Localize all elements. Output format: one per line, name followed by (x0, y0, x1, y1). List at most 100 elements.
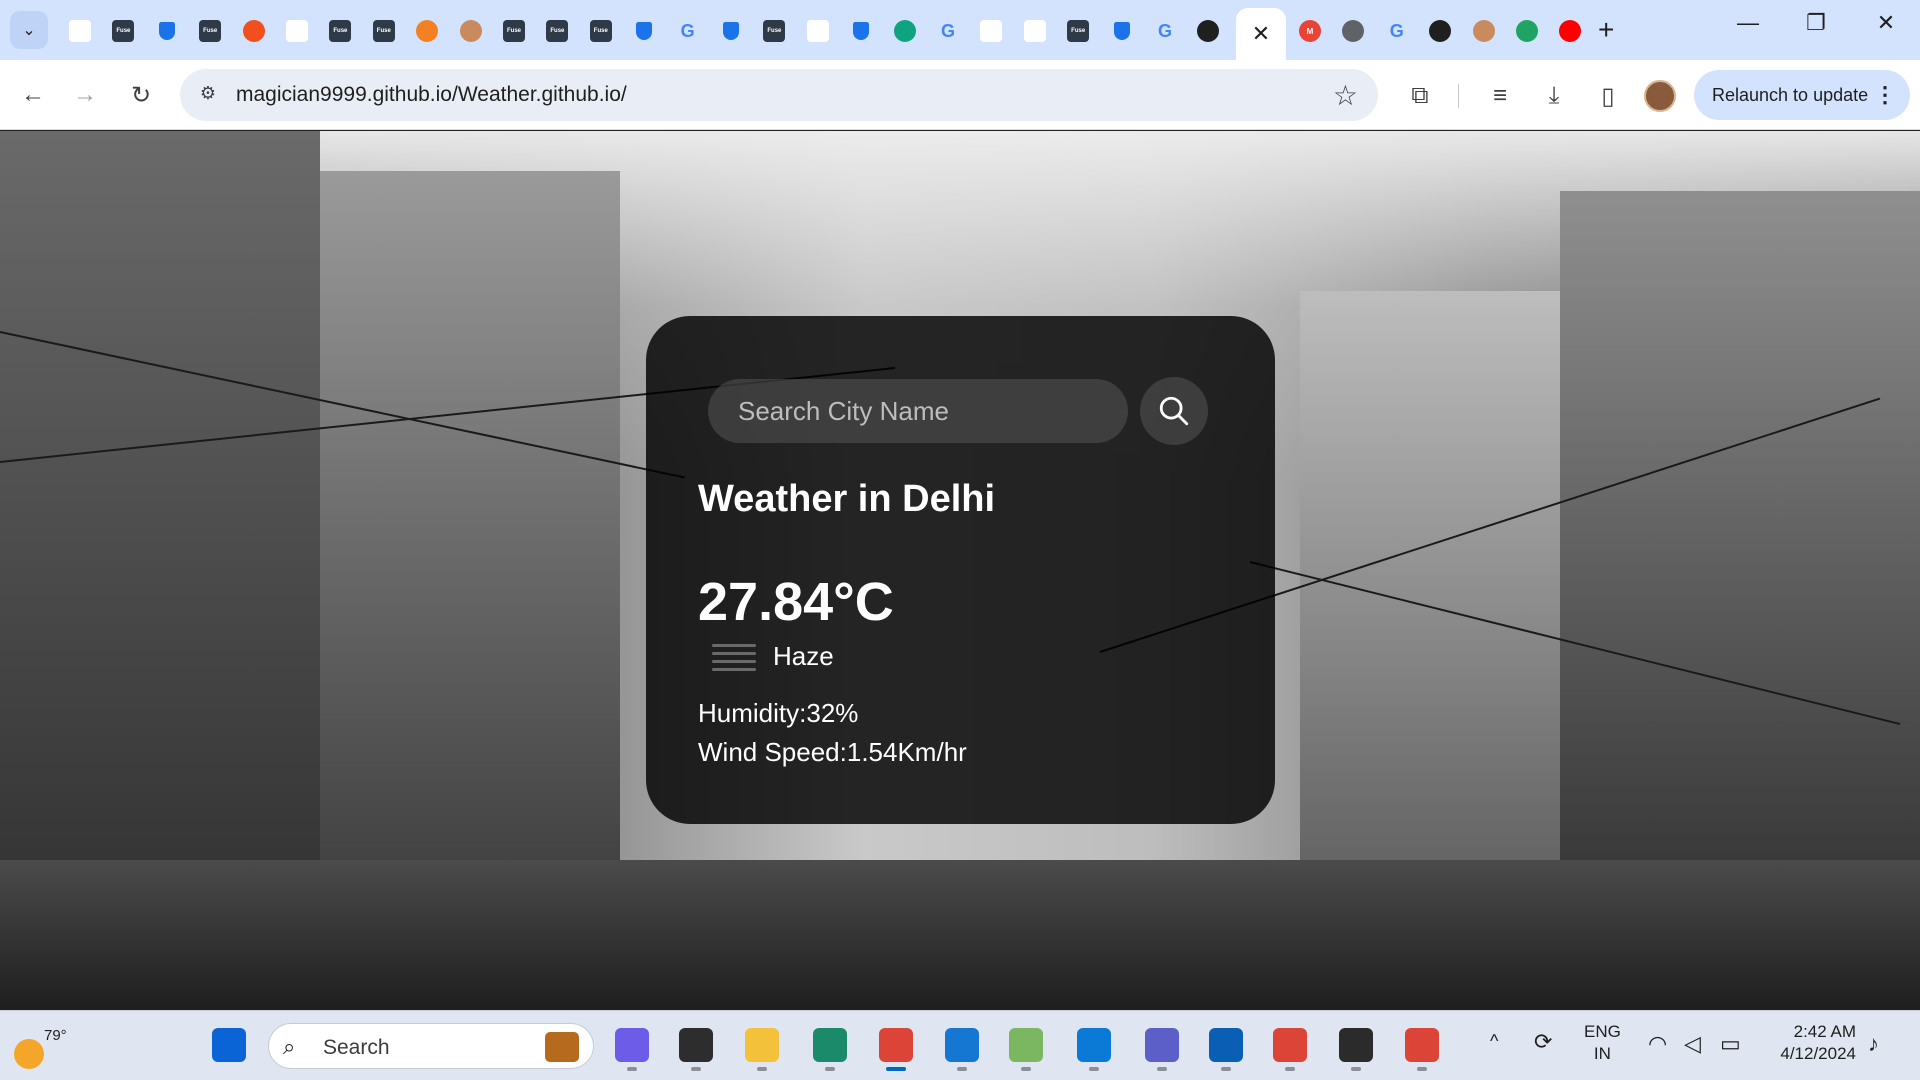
new-tab-button[interactable]: + (1598, 14, 1614, 46)
running-indicator (886, 1067, 906, 1071)
browser-tab[interactable]: Fuse (1058, 10, 1098, 52)
system-clock[interactable]: 2:42 AM 4/12/2024 (1766, 1021, 1856, 1065)
battery-icon[interactable]: ▭ (1720, 1031, 1741, 1057)
browser-tab[interactable]: M (1290, 10, 1330, 52)
browser-tab[interactable]: G (1377, 10, 1417, 52)
weather-page: Weather in Delhi 27.84°C Haze Humidity:3… (0, 131, 1920, 1010)
language-indicator[interactable]: ENG IN (1584, 1021, 1621, 1065)
notepad-taskbar-button[interactable] (1004, 1023, 1048, 1071)
weather-description: Haze (773, 641, 834, 671)
edge-taskbar-button[interactable] (1072, 1023, 1116, 1071)
city-search-input[interactable] (708, 379, 1128, 443)
wind-speed-value: Wind Speed:1.54Km/hr (698, 737, 967, 767)
active-tab[interactable]: ✕ (1236, 8, 1286, 60)
search-highlight-icon (545, 1032, 579, 1062)
browser-tab[interactable] (971, 10, 1011, 52)
haze-icon (712, 644, 756, 674)
teams-icon (1145, 1028, 1179, 1062)
forward-button[interactable]: → (66, 76, 104, 114)
chrome-taskbar-button[interactable] (874, 1023, 918, 1071)
chrome-dev-taskbar-button[interactable] (1400, 1023, 1444, 1071)
file-explorer-taskbar-button[interactable] (740, 1023, 784, 1071)
chrome-profile-taskbar-button[interactable] (1268, 1023, 1312, 1071)
outlook-icon (1209, 1028, 1243, 1062)
edge-icon (1077, 1028, 1111, 1062)
extensions-icon[interactable]: ⧉ (1402, 78, 1438, 114)
browser-tab[interactable] (1015, 10, 1055, 52)
minimize-button[interactable]: — (1728, 10, 1768, 36)
pen-icon (286, 20, 308, 42)
back-button[interactable]: ← (14, 76, 52, 114)
browser-tab[interactable]: Fuse (581, 10, 621, 52)
background-building-right-2 (1560, 191, 1920, 951)
browser-tab[interactable] (1550, 10, 1590, 52)
url-text[interactable]: magician9999.github.io/Weather.github.io… (236, 83, 627, 107)
notification-bell-icon[interactable]: ♪ (1868, 1031, 1879, 1057)
browser-tab[interactable] (798, 10, 838, 52)
tab-search-button[interactable]: ⌄ (10, 11, 48, 49)
volume-icon[interactable]: ◁ (1684, 1031, 1701, 1057)
browser-tab[interactable] (1420, 10, 1460, 52)
start-taskbar-button[interactable] (207, 1023, 251, 1067)
browser-tab[interactable] (1333, 10, 1373, 52)
browser-tab[interactable]: Fuse (537, 10, 577, 52)
close-window-button[interactable]: ✕ (1866, 10, 1906, 36)
browser-tab[interactable] (60, 10, 100, 52)
browser-tab[interactable]: G (928, 10, 968, 52)
browser-tab[interactable]: Fuse (103, 10, 143, 52)
kebab-menu-icon[interactable]: ⋮ (1874, 82, 1896, 108)
browser-tab[interactable]: G (668, 10, 708, 52)
bookmark-star-icon[interactable]: ☆ (1333, 79, 1358, 112)
browser-tab[interactable] (1464, 10, 1504, 52)
browser-tab[interactable] (407, 10, 447, 52)
browser-tab[interactable] (1188, 10, 1228, 52)
teams-taskbar-button[interactable] (1140, 1023, 1184, 1071)
outlook-taskbar-button[interactable] (1204, 1023, 1248, 1071)
windows-search-box[interactable]: ⌕ Search (268, 1023, 594, 1069)
side-panel-icon[interactable]: ▯ (1590, 78, 1626, 114)
browser-tab[interactable] (234, 10, 274, 52)
task-view-taskbar-button[interactable] (674, 1023, 718, 1071)
weather-widget[interactable]: 79° (12, 1019, 72, 1073)
stack-icon (416, 20, 439, 42)
restore-button[interactable]: ❐ (1796, 10, 1836, 36)
close-tab-icon[interactable]: ✕ (1252, 21, 1270, 47)
wifi-icon[interactable]: ◠ (1648, 1031, 1667, 1057)
browser-tab[interactable]: Fuse (364, 10, 404, 52)
address-bar[interactable]: ⚙ magician9999.github.io/Weather.github.… (180, 69, 1378, 121)
sync-icon[interactable]: ⟳ (1534, 1029, 1552, 1055)
browser-tab[interactable] (1507, 10, 1547, 52)
browser-tab[interactable]: Fuse (190, 10, 230, 52)
terminal-taskbar-button[interactable] (1334, 1023, 1378, 1071)
reload-button[interactable]: ↻ (122, 76, 160, 114)
edge-beta-taskbar-button[interactable] (808, 1023, 852, 1071)
relaunch-to-update-button[interactable]: Relaunch to update ⋮ (1694, 70, 1910, 120)
language-code: ENG (1584, 1022, 1621, 1041)
copilot-taskbar-button[interactable] (610, 1023, 654, 1071)
browser-tab[interactable]: Fuse (494, 10, 534, 52)
browser-tab[interactable]: Fuse (754, 10, 794, 52)
fuse-icon: Fuse (503, 20, 525, 42)
drive-icon (1516, 20, 1538, 42)
browser-tab[interactable] (451, 10, 491, 52)
browser-tab[interactable] (711, 10, 751, 52)
show-hidden-icons-chevron[interactable]: ^ (1490, 1031, 1498, 1052)
download-icon[interactable]: ⤓ (1536, 78, 1572, 114)
browser-tab[interactable] (624, 10, 664, 52)
clock-time: 2:42 AM (1793, 1022, 1856, 1041)
pen-icon (69, 20, 91, 42)
browser-tab[interactable]: Fuse (320, 10, 360, 52)
browser-tab[interactable]: G (1145, 10, 1185, 52)
site-info-icon[interactable]: ⚙ (196, 83, 220, 107)
browser-tab[interactable] (841, 10, 881, 52)
youtube-icon (1559, 20, 1582, 42)
fuse-icon: Fuse (199, 20, 222, 42)
browser-tab[interactable] (1102, 10, 1142, 52)
browser-tab[interactable] (277, 10, 317, 52)
browser-tab[interactable] (885, 10, 925, 52)
media-controls-icon[interactable]: ≡ (1482, 78, 1518, 114)
vscode-taskbar-button[interactable] (940, 1023, 984, 1071)
browser-tab[interactable] (147, 10, 187, 52)
profile-avatar[interactable] (1644, 80, 1676, 112)
search-button[interactable] (1140, 377, 1208, 445)
